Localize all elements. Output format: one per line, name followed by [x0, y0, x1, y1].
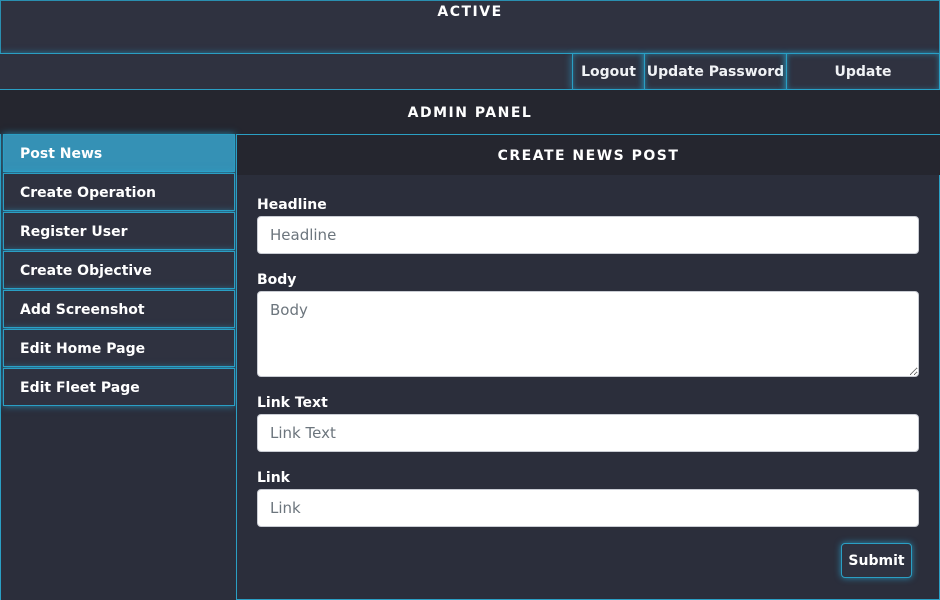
- link-label: Link: [257, 470, 290, 486]
- status-title: ACTIVE: [437, 4, 503, 20]
- submit-button[interactable]: Submit: [841, 543, 912, 578]
- top-nav: Logout Update Password Update Informatio…: [0, 53, 940, 116]
- update-password-button[interactable]: Update Password: [644, 54, 786, 90]
- status-bar: ACTIVE: [0, 0, 940, 53]
- sidebar-item-post-news[interactable]: Post News: [3, 134, 235, 172]
- news-form-panel: CREATE NEWS POST Headline Body Link Text…: [236, 134, 940, 600]
- body-label: Body: [257, 272, 297, 288]
- sidebar-item-create-objective[interactable]: Create Objective: [3, 251, 235, 289]
- sidebar: Post News Create Operation Register User…: [0, 134, 236, 600]
- link-text-label: Link Text: [257, 395, 328, 411]
- sidebar-item-create-operation[interactable]: Create Operation: [3, 173, 235, 211]
- sidebar-item-add-screenshot[interactable]: Add Screenshot: [3, 290, 235, 328]
- sidebar-item-edit-fleet-page[interactable]: Edit Fleet Page: [3, 368, 235, 406]
- sidebar-item-edit-home-page[interactable]: Edit Home Page: [3, 329, 235, 367]
- link-text-input[interactable]: [257, 414, 919, 452]
- link-input[interactable]: [257, 489, 919, 527]
- form-header: CREATE NEWS POST: [237, 134, 940, 175]
- admin-panel-title: ADMIN PANEL: [407, 105, 533, 121]
- headline-label: Headline: [257, 197, 327, 213]
- form-title: CREATE NEWS POST: [497, 148, 680, 164]
- headline-input[interactable]: [257, 216, 919, 254]
- update-information-button[interactable]: Update Information: [786, 54, 940, 116]
- admin-panel-header: ADMIN PANEL: [0, 90, 940, 134]
- sidebar-item-register-user[interactable]: Register User: [3, 212, 235, 250]
- body-textarea[interactable]: [257, 291, 919, 377]
- logout-button[interactable]: Logout: [572, 54, 644, 90]
